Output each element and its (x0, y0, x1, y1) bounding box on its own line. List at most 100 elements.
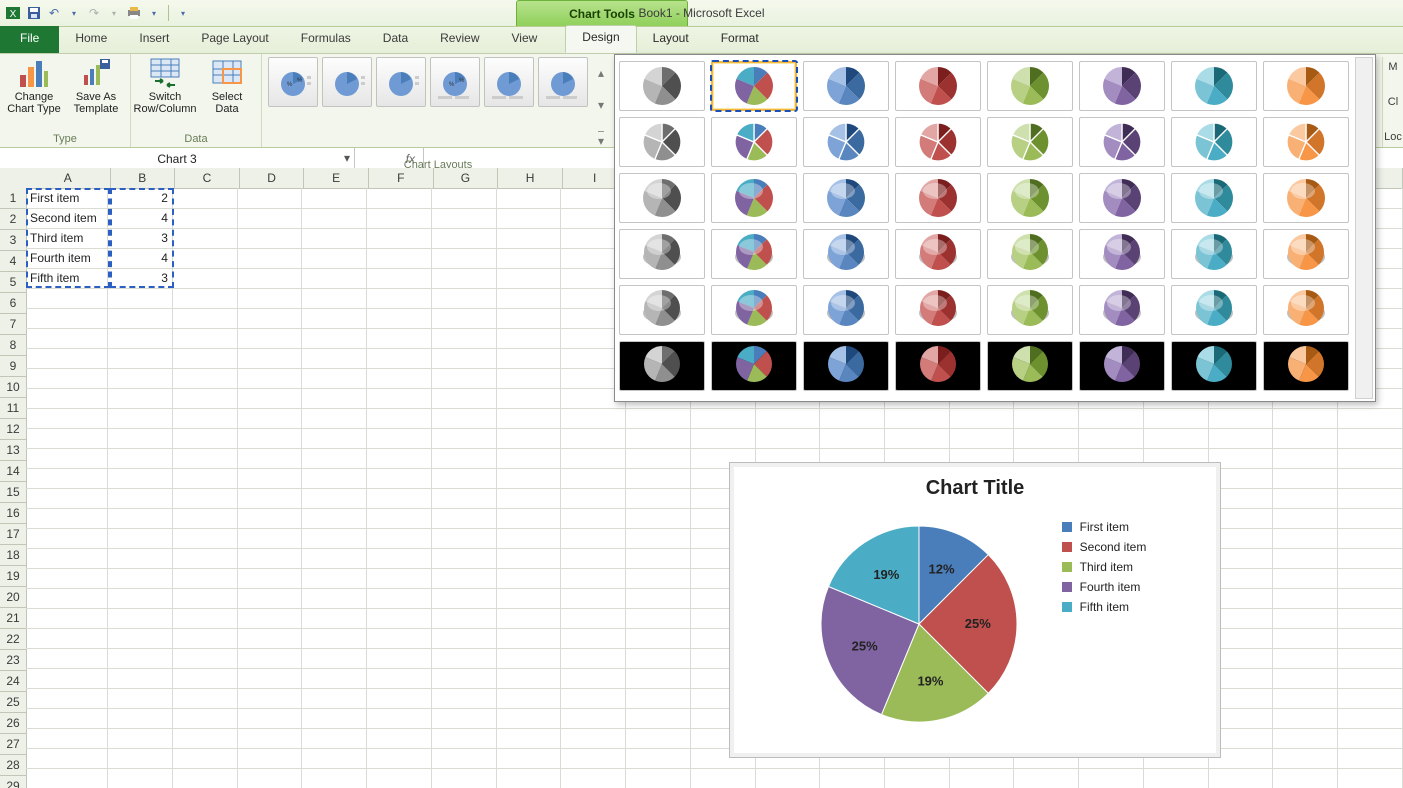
cell[interactable] (173, 588, 238, 609)
cell[interactable] (173, 188, 238, 209)
cell[interactable] (561, 688, 626, 709)
cell[interactable] (26, 428, 108, 449)
cell[interactable] (108, 708, 173, 729)
cell[interactable] (497, 748, 562, 769)
legend-item[interactable]: Fifth item (1062, 600, 1147, 614)
cell[interactable] (497, 248, 562, 269)
cell[interactable] (561, 568, 626, 589)
cell[interactable] (626, 468, 691, 489)
row-header[interactable]: 3 (0, 230, 26, 251)
chart-style-thumb[interactable] (1171, 229, 1257, 279)
legend-item[interactable]: Third item (1062, 560, 1147, 574)
chart-style-thumb[interactable] (895, 173, 981, 223)
cell[interactable] (108, 688, 173, 709)
cell[interactable] (302, 748, 367, 769)
cell[interactable] (497, 388, 562, 409)
chart-style-thumb[interactable] (619, 61, 705, 111)
chart-style-thumb[interactable] (1079, 285, 1165, 335)
cell[interactable] (497, 548, 562, 569)
cell[interactable] (691, 768, 756, 788)
chart-style-thumb[interactable] (895, 117, 981, 167)
chart-layout-thumb[interactable] (484, 57, 534, 107)
cell[interactable] (626, 728, 691, 749)
cell[interactable] (302, 728, 367, 749)
cell[interactable] (432, 588, 497, 609)
cell[interactable] (302, 668, 367, 689)
row-header[interactable]: 2 (0, 209, 26, 230)
cell[interactable] (367, 188, 432, 209)
cell[interactable] (108, 308, 173, 329)
cell[interactable] (497, 668, 562, 689)
cell[interactable] (108, 628, 173, 649)
chart-style-thumb[interactable] (987, 61, 1073, 111)
cell[interactable] (367, 268, 432, 289)
cell[interactable] (497, 608, 562, 629)
cell[interactable] (367, 468, 432, 489)
cell[interactable] (626, 688, 691, 709)
cell[interactable] (561, 768, 626, 788)
cell[interactable] (367, 548, 432, 569)
cell[interactable] (561, 448, 626, 469)
row-header[interactable]: 9 (0, 356, 26, 377)
cell[interactable] (108, 508, 173, 529)
cell[interactable] (302, 428, 367, 449)
undo-icon[interactable]: ↶ (46, 5, 62, 21)
cell[interactable] (432, 188, 497, 209)
cell[interactable] (626, 768, 691, 788)
chart-style-thumb[interactable] (1171, 285, 1257, 335)
cell[interactable] (432, 428, 497, 449)
cell[interactable] (1209, 408, 1274, 429)
cell[interactable] (626, 408, 691, 429)
cell[interactable] (1079, 768, 1144, 788)
cell[interactable] (238, 348, 303, 369)
cell[interactable] (432, 228, 497, 249)
chart-style-thumb[interactable] (711, 229, 797, 279)
cell[interactable] (108, 588, 173, 609)
cell[interactable] (1338, 708, 1403, 729)
cell[interactable] (561, 588, 626, 609)
cell[interactable] (173, 448, 238, 469)
cell[interactable] (367, 588, 432, 609)
tab-review[interactable]: Review (424, 27, 495, 53)
cell[interactable] (238, 768, 303, 788)
cell[interactable] (432, 668, 497, 689)
cell[interactable] (238, 648, 303, 669)
cell[interactable] (626, 528, 691, 549)
cell[interactable] (367, 408, 432, 429)
print-icon[interactable] (126, 5, 142, 21)
chart-style-thumb[interactable] (711, 117, 797, 167)
cell[interactable] (432, 208, 497, 229)
cell[interactable] (302, 628, 367, 649)
chart-style-thumb[interactable] (1079, 341, 1165, 391)
cell[interactable] (108, 728, 173, 749)
cell[interactable] (173, 468, 238, 489)
cell[interactable] (367, 368, 432, 389)
cell[interactable] (497, 208, 562, 229)
cell[interactable] (173, 408, 238, 429)
cell[interactable]: 4 (108, 248, 173, 269)
redo-dropdown-icon[interactable]: ▾ (106, 5, 122, 21)
tab-layout[interactable]: Layout (637, 27, 705, 53)
legend-item[interactable]: Fourth item (1062, 580, 1147, 594)
chart-layout-thumb[interactable] (322, 57, 372, 107)
cell[interactable] (173, 768, 238, 788)
cell[interactable] (432, 248, 497, 269)
row-header[interactable]: 26 (0, 713, 26, 734)
cell[interactable] (367, 668, 432, 689)
cell[interactable] (367, 248, 432, 269)
cell[interactable] (1273, 468, 1338, 489)
row-header[interactable]: 1 (0, 188, 26, 209)
chart-layout-thumb[interactable]: %% (430, 57, 480, 107)
cell[interactable] (497, 368, 562, 389)
cell[interactable] (1273, 708, 1338, 729)
cell[interactable] (497, 588, 562, 609)
cell[interactable] (367, 748, 432, 769)
cell[interactable] (173, 628, 238, 649)
cell[interactable] (238, 428, 303, 449)
cell[interactable] (173, 288, 238, 309)
column-header[interactable]: D (240, 168, 305, 188)
cell[interactable] (820, 428, 885, 449)
cell[interactable] (432, 728, 497, 749)
cell[interactable] (432, 468, 497, 489)
cell[interactable] (1338, 768, 1403, 788)
